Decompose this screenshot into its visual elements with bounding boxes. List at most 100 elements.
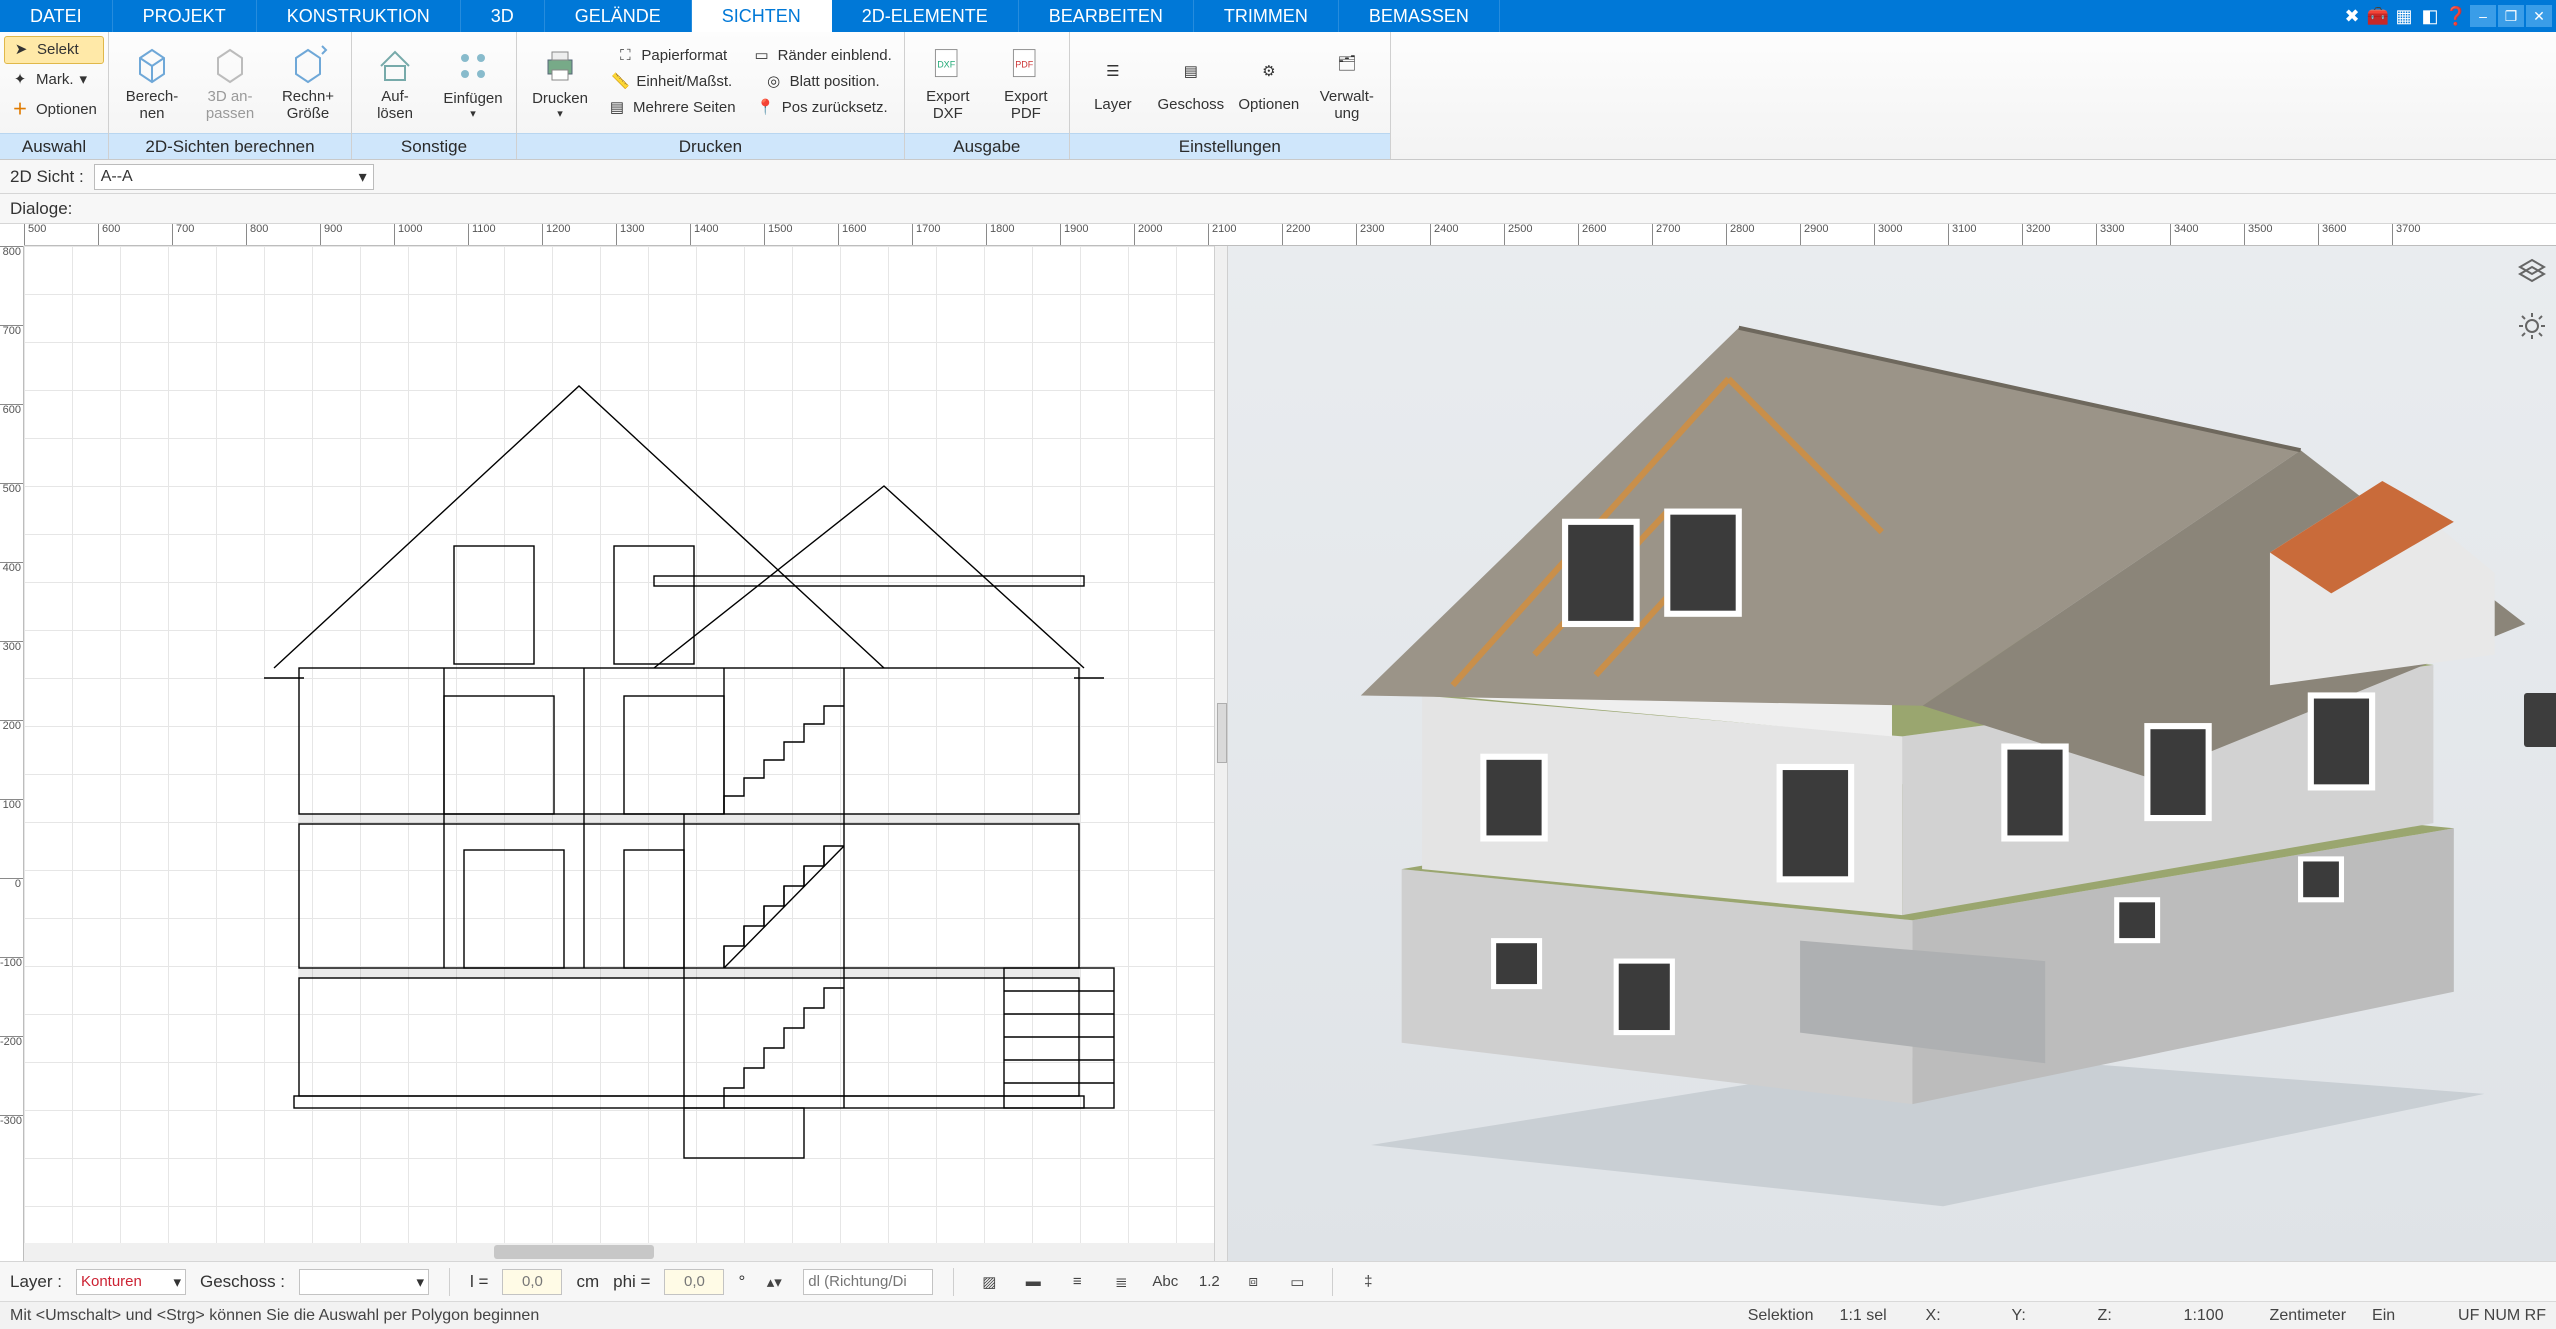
tab-sichten[interactable]: SICHTEN (692, 0, 832, 32)
blatt-button[interactable]: ◎Blatt position. (746, 71, 898, 95)
view-select-bar: 2D Sicht : A--A▾ (0, 160, 2556, 194)
tool-icon-4[interactable]: ◧ (2418, 5, 2442, 27)
ribbon-group-auswahl: ➤Selekt ✦Mark. ▾ ＋Optionen Auswahl (0, 32, 109, 159)
tool-icon-2[interactable]: 🧰 (2366, 5, 2390, 27)
ribbon-group-ausgabe: DXF Export DXF PDF Export PDF Ausgabe (905, 32, 1070, 159)
tool-icon-1[interactable]: ✖ (2340, 5, 2364, 27)
anpassen-button[interactable]: 3D an- passen (193, 36, 267, 130)
tool-icon-3[interactable]: ▦ (2392, 5, 2416, 27)
dialoge-label: Dialoge: (10, 199, 72, 219)
posreset-button[interactable]: 📍Pos zurücksetz. (746, 97, 898, 121)
rechngroesse-button[interactable]: Rechn+ Größe (271, 36, 345, 130)
info-dagger-icon[interactable]: ‡ (1353, 1269, 1383, 1295)
selekt-button[interactable]: ➤Selekt (4, 36, 104, 64)
bottom-toolbar: Layer : Konturen▾ Geschoss : ▾ l = cm ph… (0, 1261, 2556, 1301)
pane-2d-section[interactable] (24, 246, 1214, 1261)
l-unit: cm (576, 1272, 599, 1292)
section-drawing (24, 246, 1214, 1206)
status-scale: 1:100 (2184, 1307, 2244, 1325)
status-z: Z: (2098, 1307, 2158, 1325)
minimize-button[interactable]: – (2470, 5, 2496, 27)
ribbon-group-drucken: Drucken▾ ⛶Papierformat 📏Einheit/Maßst. ▤… (517, 32, 905, 159)
group-label-sichten: 2D-Sichten berechnen (109, 133, 351, 159)
align-center-icon[interactable]: ≣ (1106, 1269, 1136, 1295)
geschoss-button[interactable]: ▤Geschoss (1154, 36, 1228, 130)
verwaltung-button[interactable]: 🗂Verwalt- ung (1310, 36, 1384, 130)
cursor-icon: ➤ (11, 40, 31, 60)
status-ratio: 1:1 sel (1840, 1307, 1900, 1325)
text-label-icon[interactable]: Abc (1150, 1269, 1180, 1295)
optionen2-button[interactable]: ⚙Optionen (1232, 36, 1306, 130)
manage-icon: 🗂 (1326, 43, 1368, 85)
layer-button[interactable]: ☰Layer (1076, 36, 1150, 130)
view-dropdown[interactable]: A--A▾ (94, 164, 374, 190)
help-icon[interactable]: ❓ (2444, 5, 2468, 27)
margins-icon: ▭ (752, 47, 772, 67)
einheit-button[interactable]: 📏Einheit/Maßst. (601, 71, 742, 95)
export-dxf-button[interactable]: DXF Export DXF (911, 36, 985, 130)
layer-dropdown[interactable]: Konturen▾ (76, 1269, 186, 1295)
tab-3d[interactable]: 3D (461, 0, 545, 32)
pane-splitter[interactable] (1214, 246, 1228, 1261)
restore-button[interactable]: ❐ (2498, 5, 2524, 27)
status-caps: UF NUM RF (2458, 1307, 2546, 1325)
geschoss-dropdown[interactable]: ▾ (299, 1269, 429, 1295)
position-icon: ◎ (764, 73, 784, 93)
hatch-icon[interactable]: ▨ (974, 1269, 1004, 1295)
main-menubar: DATEI PROJEKT KONSTRUKTION 3D GELÄNDE SI… (0, 0, 2556, 32)
fill-icon[interactable]: ▬ (1018, 1269, 1048, 1295)
drucken-button[interactable]: Drucken▾ (523, 36, 597, 130)
viewport-tools (2512, 252, 2552, 346)
tab-bearbeiten[interactable]: BEARBEITEN (1019, 0, 1194, 32)
phi-input[interactable] (664, 1269, 724, 1295)
house-break-icon (374, 43, 416, 85)
view-value: A--A (101, 168, 133, 186)
phi-label: phi = (613, 1272, 650, 1292)
ruler-horizontal: 5006007008009001000110012001300140015001… (24, 224, 2556, 246)
export-pdf-button[interactable]: PDF Export PDF (989, 36, 1063, 130)
layer-value: Konturen (81, 1273, 142, 1290)
dl-input[interactable] (803, 1269, 933, 1295)
berechnen-button[interactable]: Berech- nen (115, 36, 189, 130)
einfuegen-button[interactable]: Einfügen▾ (436, 36, 510, 130)
raender-button[interactable]: ▭Ränder einblend. (746, 45, 898, 69)
scrollbar-horizontal[interactable] (24, 1243, 1214, 1261)
status-selection: Selektion (1748, 1307, 1814, 1325)
plus-icon: ＋ (10, 100, 30, 120)
dxf-icon: DXF (927, 43, 969, 85)
tab-datei[interactable]: DATEI (0, 0, 113, 32)
pdf-icon: PDF (1005, 43, 1047, 85)
tab-trimmen[interactable]: TRIMMEN (1194, 0, 1339, 32)
printer-icon (539, 45, 581, 87)
angle-stepper[interactable]: ▴▾ (759, 1269, 789, 1295)
tab-bemassen[interactable]: BEMASSEN (1339, 0, 1500, 32)
tab-projekt[interactable]: PROJEKT (113, 0, 257, 32)
mehrere-button[interactable]: ▤Mehrere Seiten (601, 97, 742, 121)
ribbon-group-einstellungen: ☰Layer ▤Geschoss ⚙Optionen 🗂Verwalt- ung… (1070, 32, 1391, 159)
pin-icon: 📍 (756, 99, 776, 119)
phi-unit: ° (738, 1272, 745, 1292)
pane-3d-view[interactable] (1228, 246, 2556, 1261)
aufloesen-button[interactable]: Auf- lösen (358, 36, 432, 130)
status-unit: Zentimeter (2270, 1307, 2346, 1325)
workspace: 5006007008009001000110012001300140015001… (0, 224, 2556, 1261)
ribbon: ➤Selekt ✦Mark. ▾ ＋Optionen Auswahl Berec… (0, 32, 2556, 160)
l-input[interactable] (502, 1269, 562, 1295)
ruler-icon: 📏 (610, 73, 630, 93)
papierformat-button[interactable]: ⛶Papierformat (601, 45, 742, 69)
mark-button[interactable]: ✦Mark. ▾ (4, 66, 104, 94)
tab-gelaende[interactable]: GELÄNDE (545, 0, 692, 32)
orbit-icon[interactable] (2512, 306, 2552, 346)
crop-icon[interactable]: ⧈ (1238, 1269, 1268, 1295)
optionen-button[interactable]: ＋Optionen (4, 96, 104, 124)
tab-2delemente[interactable]: 2D-ELEMENTE (832, 0, 1019, 32)
dim-12-icon[interactable]: 1.2 (1194, 1269, 1224, 1295)
frame-icon[interactable]: ▭ (1282, 1269, 1312, 1295)
cube-fit-icon (209, 43, 251, 85)
close-button[interactable]: ✕ (2526, 5, 2552, 27)
align-left-icon[interactable]: ≡ (1062, 1269, 1092, 1295)
tab-konstruktion[interactable]: KONSTRUKTION (257, 0, 461, 32)
layers-toggle-icon[interactable] (2512, 252, 2552, 292)
svg-text:DXF: DXF (937, 60, 956, 70)
side-panel-handle[interactable] (2524, 693, 2556, 747)
